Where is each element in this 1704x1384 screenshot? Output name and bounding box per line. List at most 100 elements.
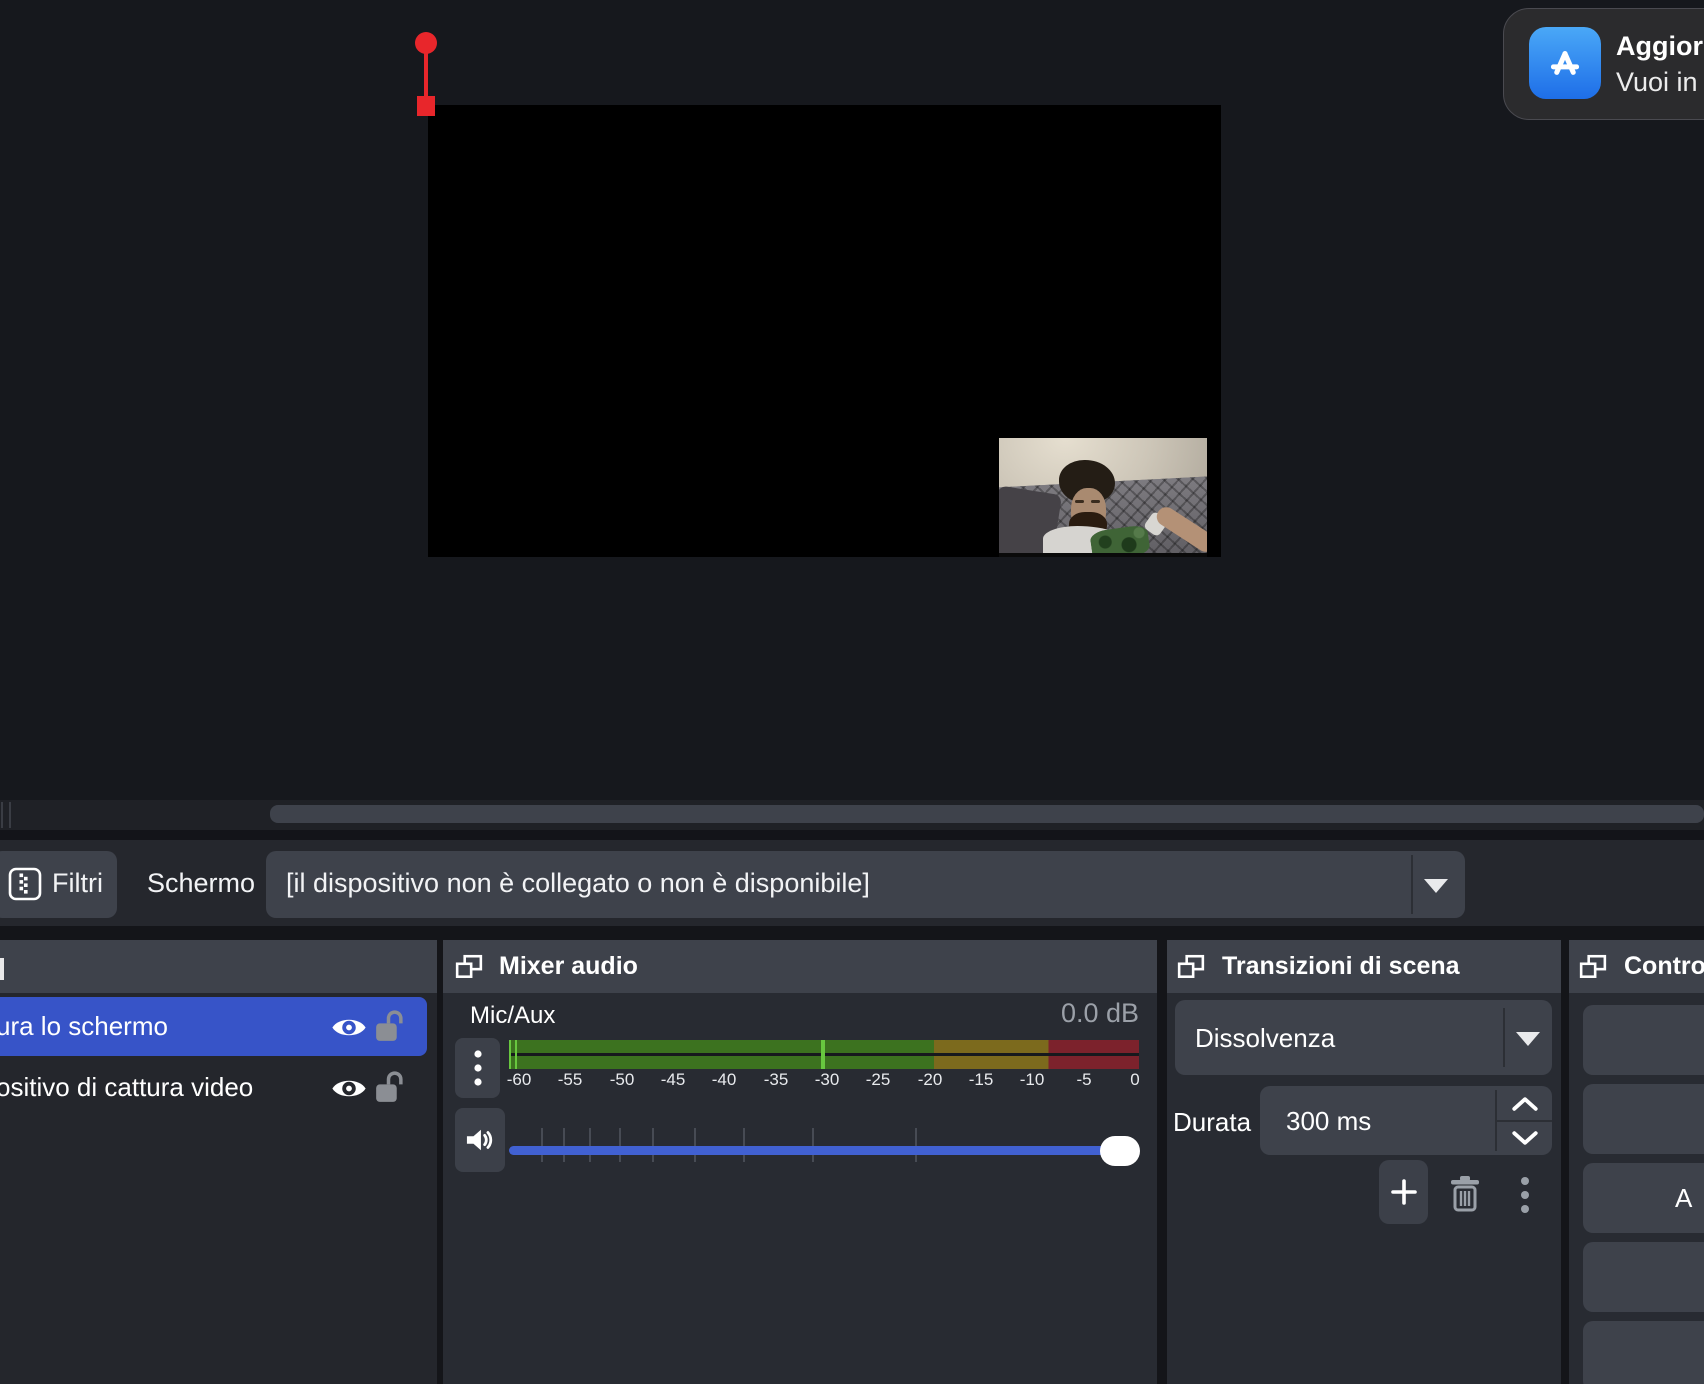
- scale-tick: -45: [661, 1070, 686, 1090]
- scale-tick: -15: [969, 1070, 994, 1090]
- slider-tick: [915, 1128, 917, 1162]
- scale-tick: -40: [712, 1070, 737, 1090]
- preview-scrollbar-track[interactable]: [0, 800, 1704, 830]
- source-rotate-handle[interactable]: [415, 32, 437, 54]
- webcam-preview[interactable]: [999, 438, 1207, 557]
- mixer-channel-name: Mic/Aux: [470, 1002, 555, 1030]
- panel-dock-icon: [1177, 954, 1205, 985]
- notification-title: Aggior: [1616, 31, 1703, 62]
- filter-icon: [8, 867, 42, 901]
- remove-transition-trash-icon[interactable]: [1448, 1174, 1482, 1217]
- transition-combobox[interactable]: Dissolvenza: [1175, 1000, 1552, 1075]
- sources-header-cut-text: [0, 958, 4, 980]
- meter-peak-tick: [515, 1040, 517, 1069]
- panel-dock-icon: [455, 954, 483, 985]
- scrollbar-end-tick: [1, 802, 3, 828]
- notification-body: Vuoi in: [1616, 67, 1698, 98]
- slider-tick: [652, 1128, 654, 1162]
- volume-slider[interactable]: [509, 1128, 1139, 1174]
- mixer-volume-db: 0.0 dB: [1061, 998, 1139, 1029]
- unlock-icon[interactable]: [375, 1070, 402, 1110]
- toolbar-gap: [0, 830, 1704, 840]
- visibility-eye-icon[interactable]: [330, 1075, 368, 1107]
- control-button-5[interactable]: [1583, 1321, 1704, 1384]
- transition-combobox-value: Dissolvenza: [1195, 1023, 1335, 1054]
- device-combobox-value: [il dispositivo non è collegato o non è …: [286, 868, 870, 899]
- scale-tick: -20: [918, 1070, 943, 1090]
- filters-button[interactable]: Filtri: [0, 851, 117, 918]
- slider-tick: [563, 1128, 565, 1162]
- mixer-channel-menu-button[interactable]: [455, 1038, 500, 1098]
- app-store-icon: [1529, 27, 1601, 99]
- scene-transitions-panel: Transizioni di scena Dissolvenza Durata …: [1167, 940, 1561, 1384]
- volume-slider-track[interactable]: [509, 1146, 1139, 1155]
- webcam-person-eyebrow: [1091, 500, 1100, 503]
- control-button-3[interactable]: A: [1583, 1163, 1704, 1233]
- duration-value: 300 ms: [1286, 1106, 1371, 1137]
- sources-panel-header[interactable]: [0, 940, 437, 993]
- obs-main-window: Aggior Vuoi in: [0, 0, 1704, 1384]
- meter-peak-tick: [821, 1040, 825, 1069]
- device-combobox[interactable]: [il dispositivo non è collegato o non è …: [266, 851, 1465, 918]
- scale-tick: -60: [507, 1070, 532, 1090]
- scale-tick: -55: [558, 1070, 583, 1090]
- slider-tick: [619, 1128, 621, 1162]
- transition-properties-dots-icon[interactable]: [1520, 1176, 1530, 1219]
- visibility-eye-icon[interactable]: [330, 1014, 368, 1046]
- control-button-1[interactable]: [1583, 1005, 1704, 1075]
- unlock-icon[interactable]: [375, 1009, 402, 1049]
- volume-slider-thumb[interactable]: [1100, 1136, 1140, 1166]
- scale-tick: -50: [610, 1070, 635, 1090]
- webcam-bottom-bar: [999, 553, 1207, 557]
- duration-label: Durata: [1173, 1107, 1251, 1138]
- scene-transitions-header[interactable]: Transizioni di scena: [1167, 940, 1561, 993]
- filters-button-label: Filtri: [52, 868, 103, 899]
- scrollbar-end-tick: [9, 802, 11, 828]
- duration-decrease-button[interactable]: [1497, 1121, 1552, 1155]
- scale-tick: -10: [1020, 1070, 1045, 1090]
- meter-peak-tick: [509, 1040, 511, 1069]
- source-row-label: ura lo schermo: [0, 1011, 168, 1042]
- duration-spinner[interactable]: 300 ms: [1260, 1086, 1552, 1155]
- panel-dock-icon: [1579, 954, 1607, 985]
- controls-panel-title: Controll: [1624, 952, 1704, 981]
- meter-scale: -60 -55 -50 -45 -40 -35 -30 -25 -20 -15 …: [509, 1070, 1139, 1092]
- scale-tick: -25: [866, 1070, 891, 1090]
- audio-mixer-header[interactable]: Mixer audio: [443, 940, 1157, 993]
- control-button-2[interactable]: [1583, 1084, 1704, 1154]
- source-name-label: Schermo: [147, 868, 255, 899]
- add-transition-button[interactable]: [1379, 1160, 1428, 1224]
- slider-tick: [694, 1128, 696, 1162]
- source-row-screen-capture[interactable]: ura lo schermo: [0, 997, 427, 1056]
- mute-speaker-button[interactable]: [455, 1108, 505, 1172]
- source-row-label: ositivo di cattura video: [0, 1072, 253, 1103]
- audio-mixer-title: Mixer audio: [499, 952, 638, 981]
- scale-tick: -35: [764, 1070, 789, 1090]
- scale-tick: -30: [815, 1070, 840, 1090]
- slider-tick: [812, 1128, 814, 1162]
- source-toolbar: Filtri Schermo [il dispositivo non è col…: [0, 840, 1704, 926]
- controls-panel: Controll A: [1569, 940, 1704, 1384]
- chevron-down-icon: [1516, 1032, 1540, 1046]
- macos-notification[interactable]: Aggior Vuoi in: [1503, 8, 1704, 120]
- scale-tick: -5: [1076, 1070, 1091, 1090]
- control-button-3-label: A: [1675, 1163, 1692, 1233]
- audio-level-meter: [509, 1040, 1139, 1069]
- source-handle-stem: [424, 53, 428, 98]
- sources-panel: ura lo schermo ositivo di cattura video: [0, 940, 437, 1384]
- combobox-divider: [1503, 1008, 1505, 1067]
- slider-tick: [589, 1128, 591, 1162]
- duration-increase-button[interactable]: [1497, 1086, 1552, 1120]
- webcam-person-eyebrow: [1075, 500, 1084, 503]
- preview-scrollbar-thumb[interactable]: [270, 805, 1704, 823]
- scale-tick: 0: [1130, 1070, 1139, 1090]
- source-corner-handle[interactable]: [417, 96, 435, 116]
- slider-tick: [743, 1128, 745, 1162]
- control-button-4[interactable]: [1583, 1242, 1704, 1312]
- audio-mixer-panel: Mixer audio Mic/Aux 0.0 dB -60 -55 -50 -…: [443, 940, 1157, 1384]
- controls-panel-header[interactable]: Controll: [1569, 940, 1704, 993]
- combobox-divider: [1411, 855, 1413, 914]
- source-row-video-capture-device[interactable]: ositivo di cattura video: [0, 1063, 427, 1112]
- scene-transitions-title: Transizioni di scena: [1222, 952, 1460, 981]
- chevron-down-icon: [1424, 879, 1448, 893]
